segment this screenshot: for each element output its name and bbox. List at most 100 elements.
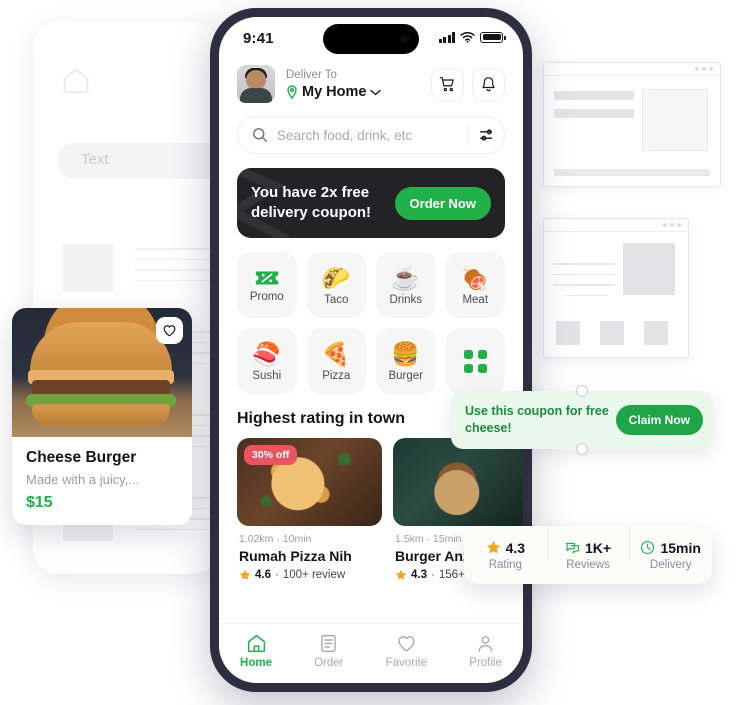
star-icon [239,569,251,581]
favorite-button[interactable] [156,317,183,344]
restaurant-image: 30% off [237,438,382,526]
wireframe-tiles [556,321,668,345]
stat-value: 4.3 [505,539,526,556]
restaurant-meta: 1.02km · 10min [239,533,312,545]
avatar[interactable] [237,65,275,103]
rating-sep: · [431,569,435,581]
divider [467,125,468,145]
food-card[interactable]: Cheese Burger Made with a juicy,... $15 [12,308,192,525]
wireframe-titlebar [544,219,688,232]
rating-value: 4.3 [411,569,427,581]
deliver-text-block: Deliver To My Home [286,68,423,100]
text-input-label: Text [81,151,109,168]
filter-sliders-icon[interactable] [478,126,496,144]
screenshot-stage: Text 9:41 Deliver To My Home Search food… [0,0,740,705]
wireframe-text-lines [554,91,634,127]
location-label: My Home [302,84,367,100]
wireframe-card-top [543,62,721,187]
rating-sep: · [275,569,279,581]
coupon-tooltip: Use this coupon for free cheese! Claim N… [451,385,713,455]
cart-button[interactable] [431,67,464,101]
stat-rating: 4.3 Rating [464,540,547,571]
resize-handle-bottom[interactable] [576,443,588,455]
notifications-button[interactable] [472,67,505,101]
wireframe-thumbnail [642,89,708,151]
reviews-icon [565,540,580,555]
stat-value-row: 15min [629,540,712,556]
category-taco[interactable]: 🌮 Taco [306,252,366,318]
battery-icon [480,31,506,43]
stat-value-row: 4.3 [464,540,547,556]
coupon-tooltip-text: Use this coupon for free cheese! [465,404,609,435]
tab-profile[interactable]: Profile [469,633,502,669]
restaurant-rating: 4.6 · 100+ review [237,564,382,581]
tab-label: Order [314,656,344,669]
resize-handle-top[interactable] [576,385,588,397]
food-description: Made with a juicy,... [26,472,140,487]
tab-home[interactable]: Home [240,633,272,669]
stat-value-row: 1K+ [547,540,630,556]
dynamic-island [323,24,419,54]
burger-icon: 🍔 [391,340,421,367]
food-name: Cheese Burger [26,449,137,466]
category-label: Burger [388,369,424,382]
deliver-header: Deliver To My Home [219,63,523,103]
review-count: 100+ review [282,569,346,581]
tab-order[interactable]: Order [314,633,344,669]
stat-reviews: 1K+ Reviews [546,526,630,571]
search-icon [252,127,268,143]
category-sushi[interactable]: 🍣 Sushi [237,328,297,394]
tab-favorite[interactable]: Favorite [386,633,427,669]
receipt-icon [318,633,339,654]
location-selector[interactable]: My Home [286,84,423,100]
heart-icon [396,633,417,654]
restaurant-name: Rumah Pizza Nih [239,548,352,564]
mockup-text-lines [135,248,219,290]
star-icon [486,540,501,555]
search-input[interactable]: Search food, drink, etc [277,128,467,143]
chevron-down-icon [370,89,382,96]
stat-label: Rating [488,558,522,571]
search-bar[interactable]: Search food, drink, etc [237,116,505,154]
category-meat[interactable]: 🍖 Meat [445,252,505,318]
discount-badge: 30% off [244,445,298,465]
sushi-icon: 🍣 [252,340,282,367]
home-icon [61,66,91,96]
category-label: Meat [462,293,489,306]
tab-label: Profile [469,656,502,669]
rating-value: 4.6 [255,569,271,581]
shopping-cart-icon [439,76,456,93]
category-grid: Promo 🌮 Taco ☕ Drinks 🍖 Meat 🍣 Sushi 🍕 P… [219,238,523,394]
phone-frame: 9:41 Deliver To My Home Search food, dri… [210,8,532,692]
mockup-thumbnail [63,244,113,292]
location-pin-icon [286,85,298,99]
text-input-placeholder[interactable]: Text [57,143,219,179]
order-now-button[interactable]: Order Now [394,186,491,220]
status-bar: 9:41 [219,17,523,63]
category-promo[interactable]: Promo [237,252,297,318]
home-icon [246,633,267,654]
category-burger[interactable]: 🍔 Burger [376,328,436,394]
category-label: Promo [249,290,284,303]
star-icon [395,569,407,581]
pizza-icon: 🍕 [321,340,351,367]
category-more[interactable] [445,328,505,394]
bell-icon [480,76,497,93]
wireframe-thumbnail [623,243,675,295]
meat-icon: 🍖 [460,264,490,291]
clock-icon [640,540,655,555]
category-pizza[interactable]: 🍕 Pizza [306,328,366,394]
wireframe-titlebar [544,63,720,76]
drinks-cup-icon: ☕ [391,264,421,291]
stats-card: 4.3 Rating 1K+ Reviews 15min Delivery [464,526,712,584]
banner-text: You have 2x free delivery coupon! [251,184,372,221]
claim-now-button[interactable]: Claim Now [615,405,703,435]
stat-label: Reviews [566,558,610,571]
food-image [12,308,192,437]
restaurant-card[interactable]: 30% off 1.02km · 10min Rumah Pizza Nih 4… [237,438,382,581]
wireframe-footer-bar [554,169,710,176]
restaurant-image [393,438,523,526]
stat-value: 1K+ [584,539,612,556]
deliver-to-label: Deliver To [286,69,337,81]
category-drinks[interactable]: ☕ Drinks [376,252,436,318]
